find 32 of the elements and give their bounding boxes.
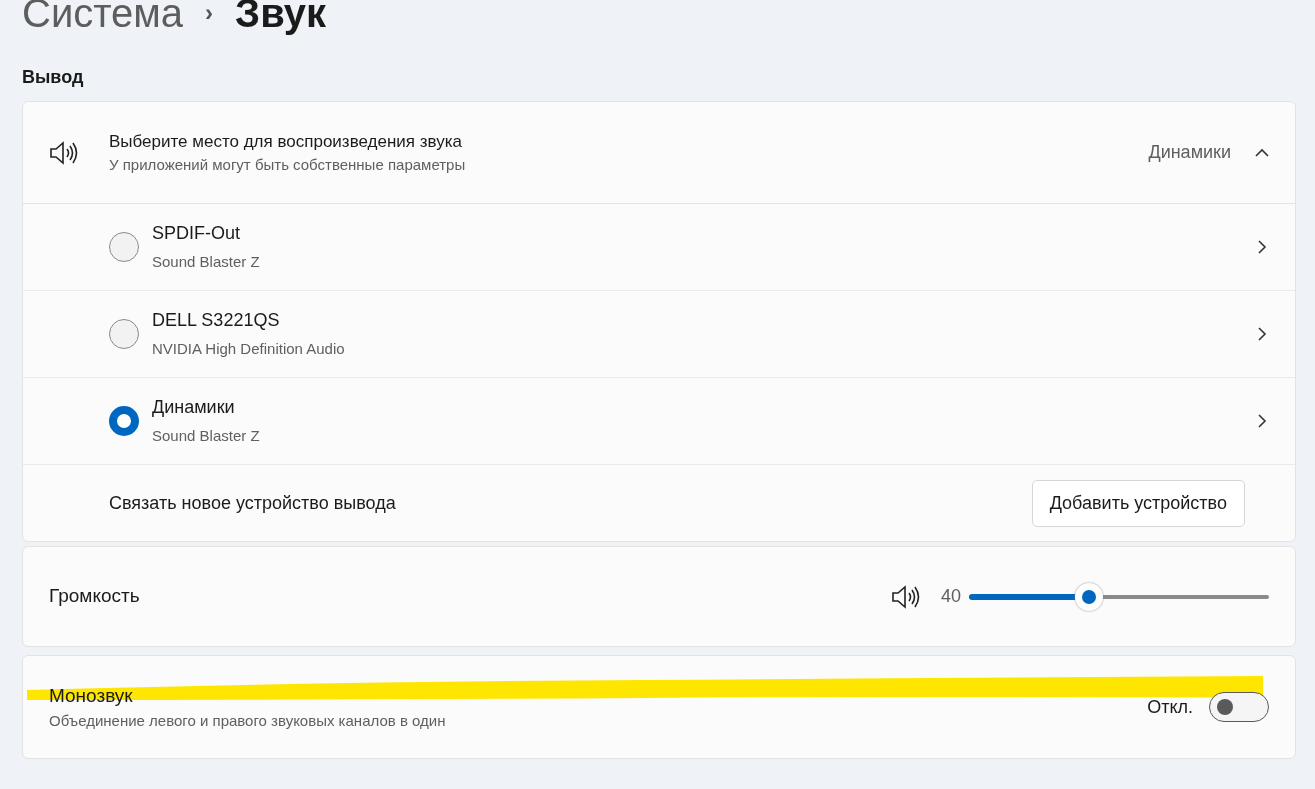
- setting-description: У приложений могут быть собственные параметры: [109, 155, 467, 175]
- toggle-state-label: Откл.: [1147, 695, 1193, 719]
- device-row[interactable]: DELL S3221QS NVIDIA High Definition Audio: [23, 291, 1295, 378]
- add-device-button[interactable]: Добавить устройство: [1031, 479, 1245, 527]
- chevron-right-icon: [1255, 239, 1269, 255]
- setting-description: Объединение левого и правого звуковых каналов в один: [49, 711, 447, 731]
- setting-title: Выберите место для воспроизведения звука: [109, 130, 463, 153]
- device-driver: Sound Blaster Z: [152, 426, 261, 447]
- toggle-switch[interactable]: [1209, 692, 1269, 722]
- device-name: SPDIF-Out: [152, 222, 241, 246]
- speaker-icon: [890, 584, 921, 609]
- speaker-icon: [49, 140, 79, 165]
- volume-slider[interactable]: [969, 582, 1269, 611]
- radio-button[interactable]: [109, 319, 139, 349]
- radio-button[interactable]: [109, 232, 139, 262]
- device-driver: NVIDIA High Definition Audio: [152, 339, 346, 360]
- pair-label: Связать новое устройство вывода: [109, 491, 397, 515]
- volume-value: 40: [940, 585, 961, 608]
- output-header[interactable]: Выберите место для воспроизведения звука У приложений могут быть собственные параметры Динамики: [23, 102, 1295, 204]
- chevron-right-icon: [1255, 413, 1269, 429]
- device-row[interactable]: Динамики Sound Blaster Z: [23, 378, 1295, 465]
- volume-label: Громкость: [49, 584, 141, 609]
- device-row[interactable]: SPDIF-Out Sound Blaster Z: [23, 204, 1295, 291]
- slider-thumb[interactable]: [1075, 582, 1103, 611]
- device-driver: Sound Blaster Z: [152, 252, 261, 273]
- current-device: Динамики: [1148, 141, 1231, 164]
- device-name: DELL S3221QS: [152, 309, 281, 333]
- breadcrumb-separator: ›: [205, 0, 214, 28]
- chevron-right-icon: [1255, 326, 1269, 342]
- radio-button[interactable]: [109, 406, 139, 436]
- device-name: Динамики: [152, 396, 236, 420]
- section-title: Вывод: [22, 66, 85, 89]
